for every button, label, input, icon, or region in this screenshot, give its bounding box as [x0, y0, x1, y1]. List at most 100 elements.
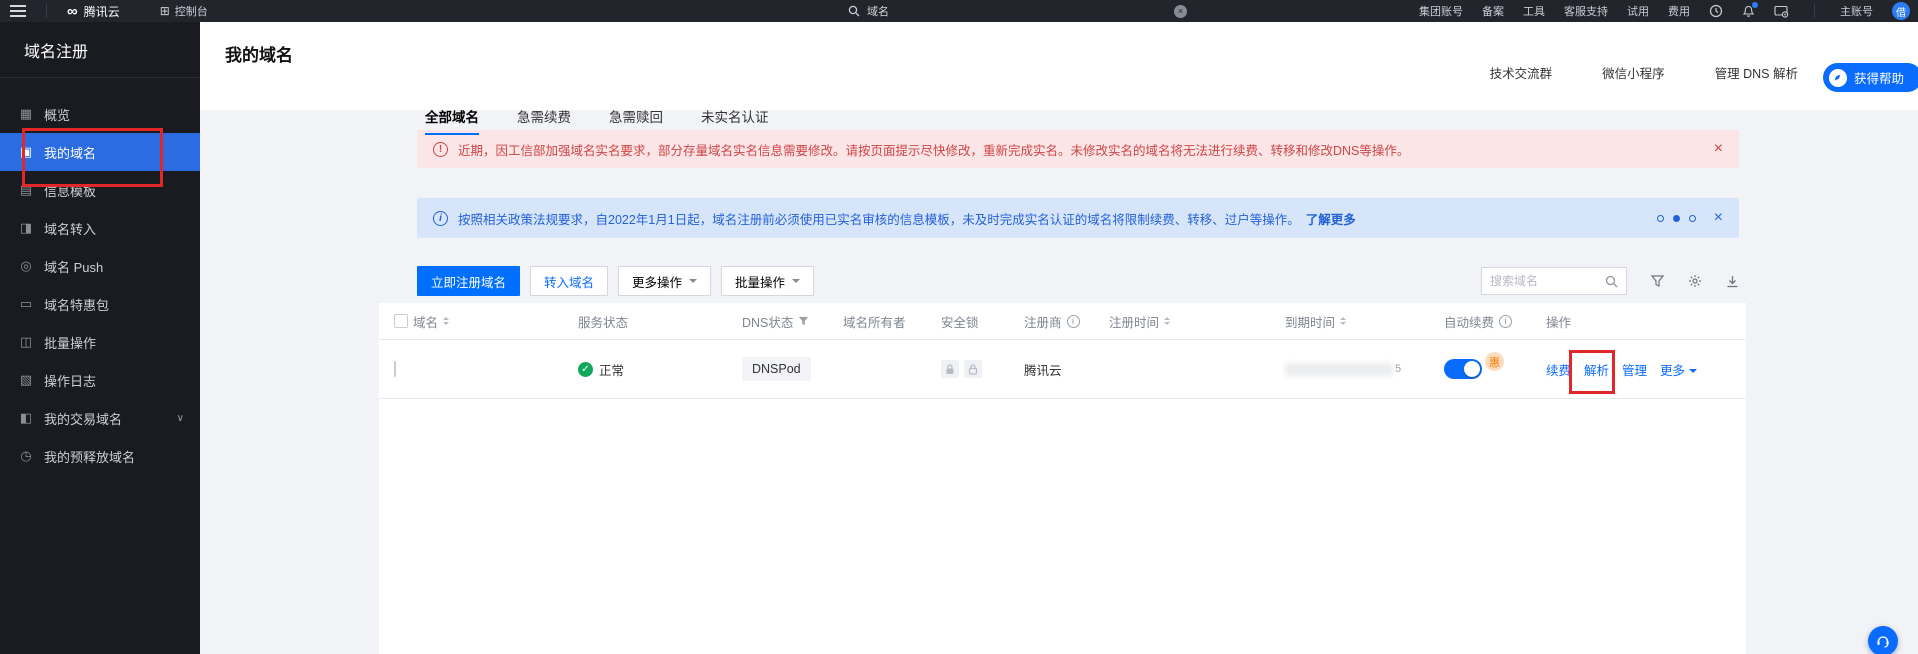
notification-bell-icon[interactable] — [1742, 4, 1755, 18]
topbar-search[interactable]: × — [848, 0, 1228, 22]
chevron-down-icon — [689, 279, 697, 287]
sidebar-item-operation-log[interactable]: ▧ 操作日志 — [0, 361, 200, 399]
manage-dns-link[interactable]: 管理 DNS 解析 — [1715, 63, 1798, 82]
info-icon[interactable]: i — [1499, 315, 1512, 328]
sidebar-item-my-trade-domains[interactable]: ◧ 我的交易域名 ∨ — [0, 399, 200, 437]
filter-funnel-icon[interactable] — [1651, 275, 1664, 287]
divider — [46, 4, 47, 18]
tab-all-domains[interactable]: 全部域名 — [425, 106, 479, 135]
sidebar-item-overview[interactable]: ▦ 概览 — [0, 95, 200, 133]
learn-more-link[interactable]: 了解更多 — [1306, 213, 1356, 227]
divider — [1814, 4, 1815, 18]
manage-link[interactable]: 管理 — [1622, 360, 1647, 379]
console-settings-icon[interactable] — [1774, 5, 1789, 18]
domain-search-box[interactable] — [1481, 267, 1627, 295]
topbar-item-icp[interactable]: 备案 — [1482, 3, 1504, 19]
auto-renew-toggle[interactable] — [1444, 359, 1482, 379]
tab-redeem-urgent[interactable]: 急需赎回 — [609, 106, 663, 135]
topbar-item-group-account[interactable]: 集团账号 — [1419, 3, 1463, 19]
transfer-lock-icon[interactable] — [964, 360, 982, 378]
close-info-icon[interactable]: × — [1714, 210, 1723, 226]
transfer-in-button[interactable]: 转入域名 — [530, 266, 608, 296]
topbar-search-input[interactable] — [867, 5, 1167, 17]
status-ok-icon: ✓ — [578, 362, 593, 377]
col-operation: 操作 — [1546, 312, 1571, 331]
customer-service-chat-button[interactable] — [1868, 626, 1898, 654]
register-domain-button[interactable]: 立即注册域名 — [417, 266, 520, 296]
status-badge: 正常 — [599, 360, 624, 379]
sidebar-item-my-domains[interactable]: ▣ 我的域名 — [0, 133, 200, 171]
history-icon[interactable] — [1709, 4, 1723, 18]
main-account-menu[interactable]: 主账号 — [1840, 3, 1873, 19]
hamburger-menu-icon[interactable] — [10, 5, 26, 17]
clear-search-icon[interactable]: × — [1174, 5, 1187, 18]
topbar-item-trial[interactable]: 试用 — [1627, 3, 1649, 19]
console-grid-icon: ⊞ — [160, 4, 170, 18]
warning-banner: ! 近期，因工信部加强域名实名要求，部分存量域名实名信息需要修改。请按页面提示尽… — [417, 130, 1739, 168]
sidebar-item-label: 域名转入 — [44, 219, 96, 238]
search-icon — [1605, 275, 1618, 288]
toolbar: 立即注册域名 转入域名 更多操作 批量操作 — [417, 266, 1739, 296]
notification-badge — [1752, 2, 1758, 8]
close-warning-icon[interactable]: × — [1714, 141, 1723, 157]
console-link[interactable]: ⊞ 控制台 — [160, 3, 208, 19]
more-actions-dropdown[interactable]: 更多操作 — [618, 266, 711, 296]
table-header-row: 域名 服务状态 DNS状态 域名所有者 安全锁 注册商i 注册时间 到期时间 自… — [379, 303, 1746, 340]
sidebar-item-domain-transfer-in[interactable]: ◨ 域名转入 — [0, 209, 200, 247]
sidebar-item-label: 我的交易域名 — [44, 409, 122, 428]
info-icon[interactable]: i — [1067, 315, 1080, 328]
update-lock-icon[interactable] — [941, 360, 959, 378]
sort-icon[interactable] — [1164, 317, 1170, 325]
domain-package-icon: ▭ — [18, 297, 34, 312]
carousel-dot-2[interactable] — [1673, 215, 1680, 222]
sort-icon[interactable] — [1340, 317, 1346, 325]
info-banner-text: 按照相关政策法规要求，自2022年1月1日起，域名注册前必须使用已实名审核的信息… — [458, 209, 1643, 228]
column-settings-gear-icon[interactable] — [1688, 274, 1702, 288]
sidebar-item-batch-operation[interactable]: ◫ 批量操作 — [0, 323, 200, 361]
filter-funnel-icon[interactable] — [798, 316, 809, 326]
col-service-status: 服务状态 — [578, 312, 628, 331]
renew-link[interactable]: 续费 — [1546, 360, 1571, 379]
topbar: ∞ 腾讯云 ⊞ 控制台 × 集团账号 备案 工具 客服支持 试用 费用 主账号 … — [0, 0, 1918, 22]
sidebar-item-domain-package[interactable]: ▭ 域名特惠包 — [0, 285, 200, 323]
topbar-item-billing[interactable]: 费用 — [1668, 3, 1690, 19]
tab-renew-urgent[interactable]: 急需续费 — [517, 106, 571, 135]
carousel-dot-3[interactable] — [1689, 215, 1696, 222]
expire-time-tail: 5 — [1395, 363, 1401, 375]
sidebar: 域名注册 ▦ 概览 ▣ 我的域名 ▤ 信息模板 ◨ 域名转入 ◎ 域名 Push… — [0, 22, 200, 654]
chevron-down-icon — [1689, 369, 1697, 377]
download-icon[interactable] — [1726, 275, 1739, 288]
col-security-lock: 安全锁 — [941, 312, 979, 331]
info-template-icon: ▤ — [18, 183, 34, 198]
sidebar-item-label: 信息模板 — [44, 181, 96, 200]
page-header: 我的域名 技术交流群 微信小程序 管理 DNS 解析 获得帮助 全部域名 急需续… — [200, 22, 1918, 110]
resolve-link[interactable]: 解析 — [1584, 360, 1609, 379]
sort-icon[interactable] — [443, 317, 449, 325]
tencent-cloud-logo[interactable]: ∞ 腾讯云 — [67, 3, 120, 20]
select-all-checkbox[interactable] — [394, 314, 408, 328]
get-help-button[interactable]: 获得帮助 — [1823, 63, 1918, 92]
tech-group-link[interactable]: 技术交流群 — [1490, 63, 1553, 82]
avatar[interactable]: 借 — [1892, 2, 1910, 20]
security-locks — [941, 360, 1024, 378]
promo-badge[interactable]: 惠 — [1485, 352, 1504, 371]
warning-icon: ! — [433, 142, 448, 157]
row-checkbox[interactable] — [394, 361, 396, 377]
chevron-down-icon: ∨ — [177, 413, 184, 424]
topbar-item-tools[interactable]: 工具 — [1523, 3, 1545, 19]
col-owner: 域名所有者 — [843, 312, 906, 331]
col-registrar: 注册商 — [1024, 312, 1062, 331]
topbar-item-support[interactable]: 客服支持 — [1564, 3, 1608, 19]
sidebar-item-domain-push[interactable]: ◎ 域名 Push — [0, 247, 200, 285]
domain-search-input[interactable] — [1490, 274, 1599, 288]
headset-icon — [1875, 633, 1891, 649]
carousel-dot-1[interactable] — [1657, 215, 1664, 222]
sidebar-item-my-prerelease-domains[interactable]: ◷ 我的预释放域名 — [0, 437, 200, 475]
more-dropdown-link[interactable]: 更多 — [1660, 360, 1697, 379]
tab-not-verified[interactable]: 未实名认证 — [701, 106, 769, 135]
sidebar-item-info-template[interactable]: ▤ 信息模板 — [0, 171, 200, 209]
dns-status-tag: DNSPod — [742, 357, 811, 381]
batch-actions-dropdown[interactable]: 批量操作 — [721, 266, 814, 296]
wechat-miniprogram-link[interactable]: 微信小程序 — [1602, 63, 1665, 82]
col-register-time: 注册时间 — [1109, 312, 1159, 331]
